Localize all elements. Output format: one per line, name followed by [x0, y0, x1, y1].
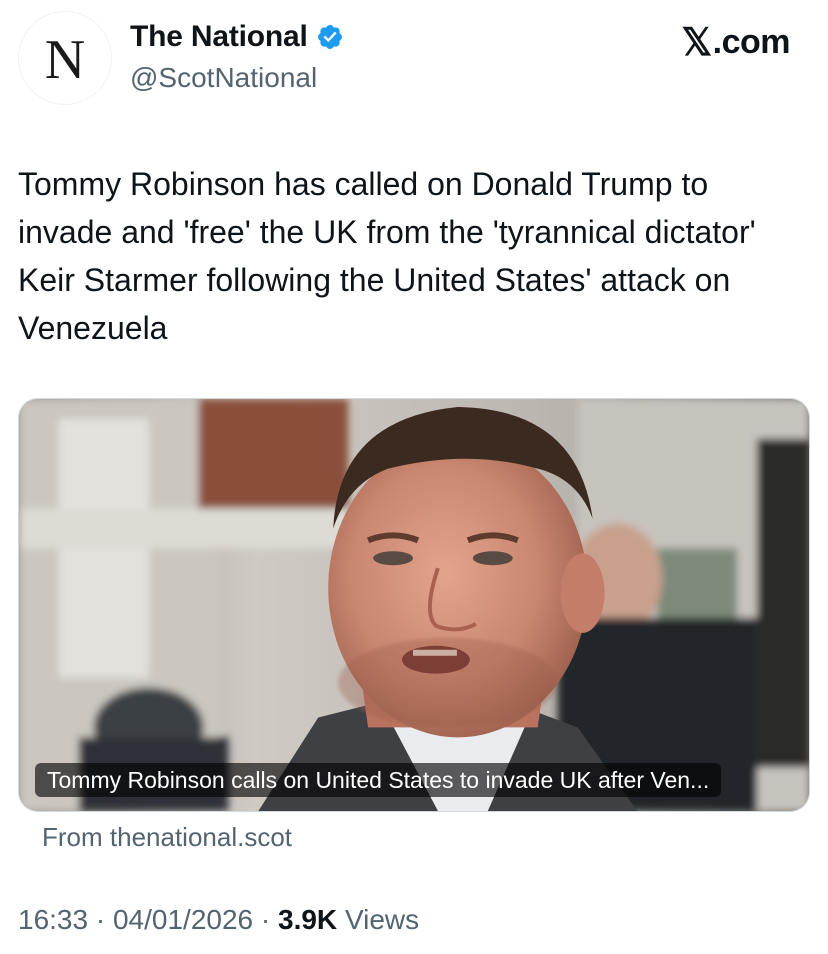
link-card[interactable]: Tommy Robinson calls on United States to… [18, 398, 810, 812]
meta-separator: · [260, 904, 271, 935]
views-label: Views [344, 904, 420, 935]
views-count: 3.9K [278, 904, 338, 935]
card-source-link[interactable]: From thenational.scot [42, 822, 292, 853]
source-site-logo: 𝕏 .com [681, 20, 791, 65]
avatar-logo: N [44, 29, 86, 91]
account-handle[interactable]: @ScotNational [130, 62, 317, 94]
tweet-date[interactable]: 04/01/2026 [113, 904, 253, 935]
account-avatar[interactable]: N [18, 11, 112, 105]
x-logo-icon: 𝕏 [681, 22, 713, 64]
tweet-time[interactable]: 16:33 [18, 904, 88, 935]
verified-badge-icon [317, 25, 342, 49]
tweet-meta: 16:33 · 04/01/2026 · 3.9K Views [18, 904, 419, 936]
tweet-text: Tommy Robinson has called on Donald Trum… [18, 166, 756, 346]
meta-separator: · [95, 904, 106, 935]
card-caption: Tommy Robinson calls on United States to… [35, 763, 722, 797]
source-site-label: .com [712, 23, 791, 61]
account-display-name[interactable]: The National [130, 20, 344, 54]
card-photo [19, 399, 809, 811]
display-name-text: The National [130, 20, 308, 53]
